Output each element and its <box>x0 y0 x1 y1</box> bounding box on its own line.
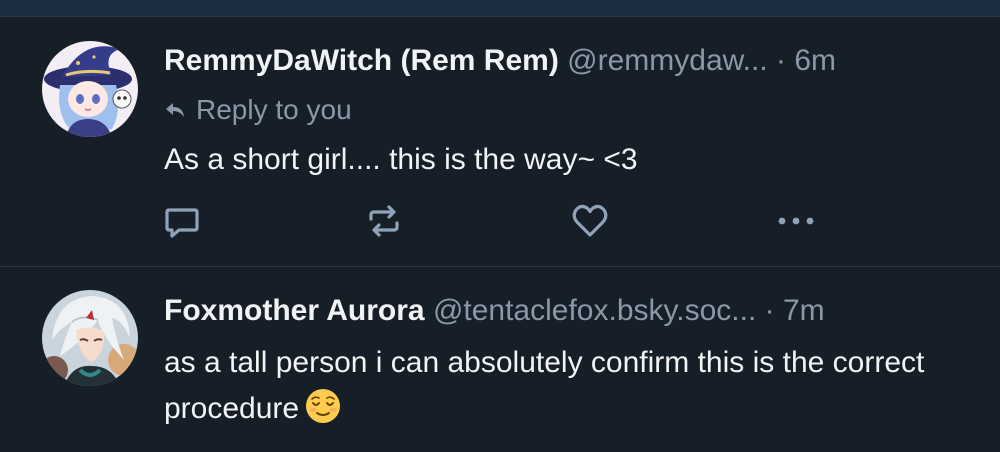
display-name[interactable]: Foxmother Aurora <box>164 294 425 327</box>
timestamp[interactable]: 6m <box>794 44 836 77</box>
repost-button[interactable] <box>366 201 402 241</box>
more-options-button[interactable] <box>776 201 816 241</box>
post-text: As a short girl.... this is the way~ <3 <box>164 143 638 176</box>
post-text: as a tall person i can absolutely confir… <box>164 340 960 438</box>
avatar[interactable] <box>42 290 138 386</box>
repost-icon <box>369 205 399 237</box>
feed-post[interactable]: RemmyDaWitch (Rem Rem) @remmydaw... · 6m… <box>0 17 1000 267</box>
post-actions <box>164 201 824 241</box>
display-name[interactable]: RemmyDaWitch (Rem Rem) <box>164 44 559 77</box>
post-header: Foxmother Aurora @tentaclefox.bsky.soc..… <box>164 293 964 329</box>
feed-post[interactable]: Foxmother Aurora @tentaclefox.bsky.soc..… <box>0 268 1000 452</box>
reply-context[interactable]: Reply to you <box>164 94 352 126</box>
post-header: RemmyDaWitch (Rem Rem) @remmydaw... · 6m <box>164 43 964 79</box>
more-icon <box>778 217 814 225</box>
like-icon <box>572 204 608 237</box>
witch-avatar-icon <box>42 41 138 137</box>
relieved-face-icon <box>305 388 341 438</box>
reply-label: Reply to you <box>196 94 352 125</box>
separator-dot: · <box>764 294 775 327</box>
handle[interactable]: @remmydaw... <box>567 44 768 77</box>
reply-icon <box>165 208 199 238</box>
top-bar <box>0 0 1000 17</box>
reply-arrow-icon <box>166 103 184 117</box>
white-haired-character-avatar-icon <box>42 290 138 386</box>
like-button[interactable] <box>571 201 609 241</box>
separator-dot: · <box>776 44 787 77</box>
avatar[interactable] <box>42 41 138 137</box>
reply-button[interactable] <box>164 201 200 241</box>
post-text-body: as a tall person i can absolutely confir… <box>164 346 925 425</box>
handle[interactable]: @tentaclefox.bsky.soc... <box>433 294 756 327</box>
timestamp[interactable]: 7m <box>783 294 825 327</box>
